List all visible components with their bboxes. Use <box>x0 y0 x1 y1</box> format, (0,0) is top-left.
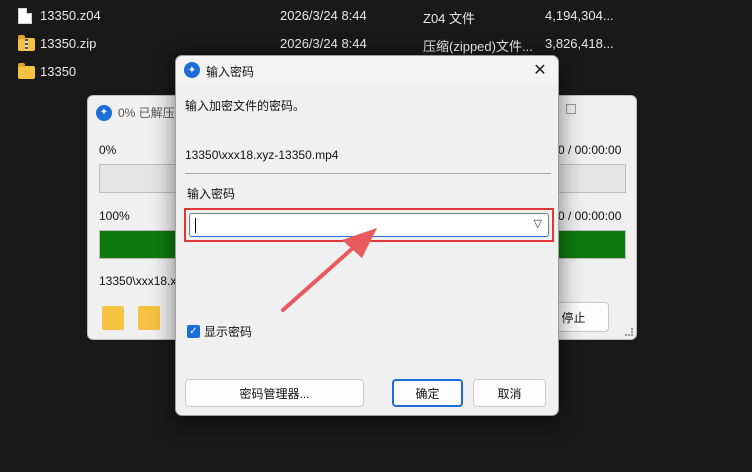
file-icon <box>18 8 34 24</box>
zip-folder-icon <box>18 35 35 52</box>
progress2-time: 0 / 00:00:00 <box>558 209 622 223</box>
file-type: 压缩(zipped)文件... <box>423 39 533 54</box>
file-name: 13350.z04 <box>40 8 101 23</box>
password-input[interactable]: ▽ <box>189 213 549 237</box>
folder-icon <box>18 63 35 80</box>
app-icon: ✦ <box>184 62 200 78</box>
text-caret <box>195 218 196 233</box>
dialog-titlebar[interactable]: ✦ 输入密码 ✕ <box>176 56 558 84</box>
show-password-row[interactable]: ✓ 显示密码 <box>187 323 252 340</box>
divider <box>185 173 551 174</box>
progress1-time: 0 / 00:00:00 <box>558 143 622 157</box>
maximize-icon[interactable] <box>566 104 576 114</box>
file-name: 13350 <box>40 64 77 79</box>
progress-window-title: ✦ 0% 已解压 <box>96 104 175 121</box>
current-file-label: 13350\xxx18.x <box>99 274 177 288</box>
chevron-down-icon[interactable]: ▽ <box>534 217 542 230</box>
progress-title-text: 0% 已解压 <box>118 106 175 120</box>
close-icon[interactable]: ✕ <box>530 60 550 80</box>
file-size: 4,194,304... <box>545 8 614 23</box>
file-row-zip[interactable]: 13350.zip 2026/3/24 8:44 压缩(zipped)文件...… <box>0 31 752 57</box>
password-highlight-box: ▽ <box>184 208 554 242</box>
file-name: 13350.zip <box>40 36 97 51</box>
instruction-text: 输入加密文件的密码。 <box>185 99 306 113</box>
file-size: 3,826,418... <box>545 36 614 51</box>
file-date: 2026/3/24 8:44 <box>280 36 367 51</box>
file-date: 2026/3/24 8:44 <box>280 8 367 23</box>
app-icon: ✦ <box>96 104 112 121</box>
password-manager-button[interactable]: 密码管理器... <box>185 379 364 407</box>
encrypted-file-path: 13350\xxx18.xyz-13350.mp4 <box>185 148 339 162</box>
progress2-label: 100% <box>99 209 130 223</box>
target-folder-icon <box>138 306 160 330</box>
show-password-checkbox[interactable]: ✓ <box>187 325 200 338</box>
file-row-z04[interactable]: 13350.z04 2026/3/24 8:44 Z04 文件 4,194,30… <box>0 3 752 29</box>
file-type: Z04 文件 <box>423 11 476 26</box>
dialog-title: 输入密码 <box>206 65 255 79</box>
cancel-button[interactable]: 取消 <box>473 379 546 407</box>
source-folder-icon <box>102 306 124 330</box>
password-label: 输入密码 <box>187 187 236 201</box>
show-password-label: 显示密码 <box>204 325 253 339</box>
resize-grip-icon[interactable] <box>625 328 633 336</box>
progress1-label: 0% <box>99 143 117 157</box>
password-dialog: ✦ 输入密码 ✕ 输入加密文件的密码。 13350\xxx18.xyz-1335… <box>175 55 559 416</box>
ok-button[interactable]: 确定 <box>392 379 463 407</box>
